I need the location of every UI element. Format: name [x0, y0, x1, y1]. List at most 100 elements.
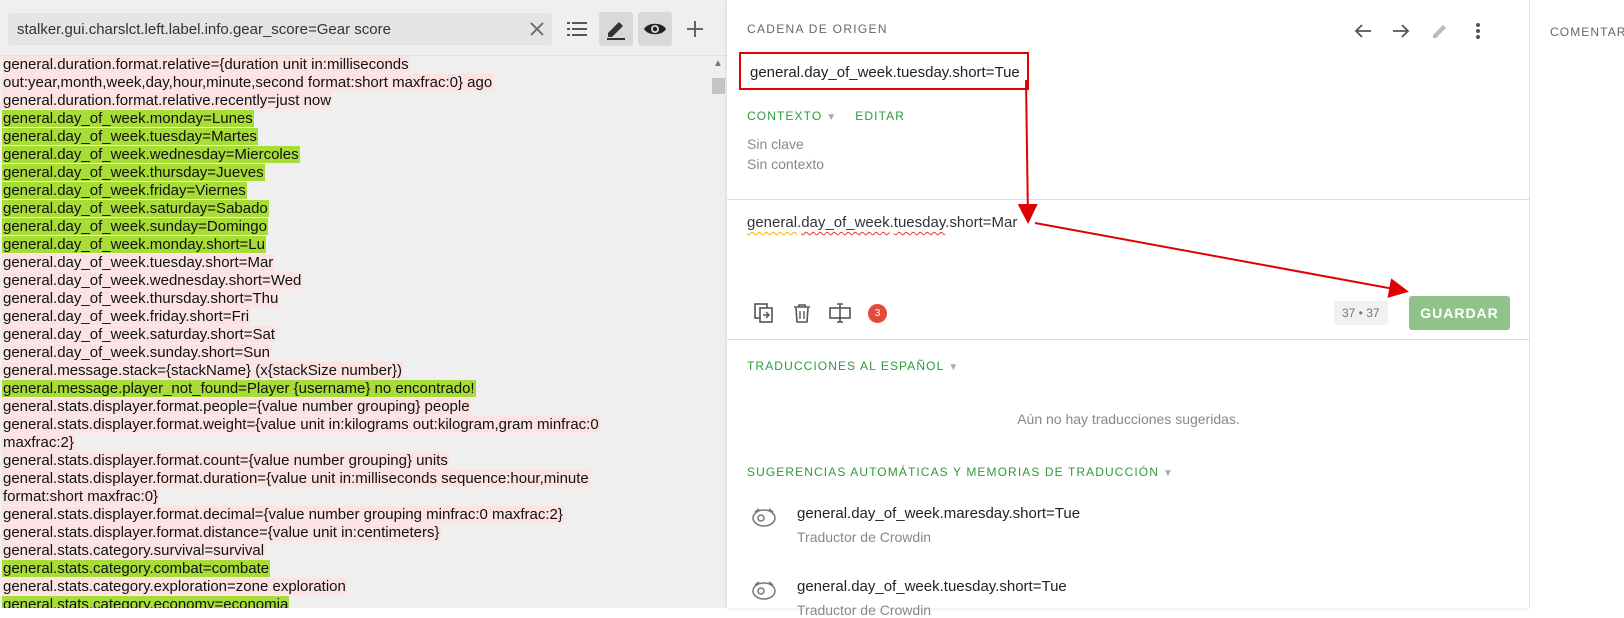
no-key-text: Sin clave — [747, 136, 804, 152]
source-line-text: general.day_of_week.sunday.short=Sun — [2, 344, 271, 361]
source-line[interactable]: general.day_of_week.sunday.short=Sun — [0, 344, 710, 362]
source-line-text: general.day_of_week.friday.short=Fri — [2, 308, 251, 325]
source-line[interactable]: format:short maxfrac:0} — [0, 488, 710, 506]
source-line-text: general.day_of_week.thursday.short=Thu — [2, 290, 280, 307]
list-view-icon[interactable] — [560, 12, 594, 46]
caret-down-icon[interactable]: ▼ — [948, 362, 959, 373]
no-context-text: Sin contexto — [747, 156, 825, 172]
arrow-right-icon[interactable] — [1386, 16, 1416, 46]
source-line[interactable]: general.day_of_week.sunday=Domingo — [0, 218, 710, 236]
source-line[interactable]: general.day_of_week.thursday=Jueves — [0, 164, 710, 182]
scroll-up-arrow-icon[interactable]: ▲ — [713, 58, 723, 69]
scrollbar-thumb[interactable] — [712, 78, 725, 94]
more-vertical-icon[interactable] — [1463, 16, 1493, 46]
source-line[interactable]: general.day_of_week.tuesday.short=Mar — [0, 254, 710, 272]
source-line[interactable]: out:year,month,week,day,hour,minute,seco… — [0, 74, 710, 92]
edit-mode-pencil-icon[interactable] — [599, 12, 633, 46]
source-line[interactable]: general.day_of_week.tuesday=Martes — [0, 128, 710, 146]
issues-count-badge[interactable]: 3 — [868, 304, 887, 323]
comments-panel: COMENTARIOS — [1530, 0, 1624, 608]
source-line[interactable]: general.day_of_week.thursday.short=Thu — [0, 290, 710, 308]
source-line-text: general.duration.format.relative.recentl… — [2, 92, 333, 109]
search-input[interactable] — [17, 13, 517, 45]
source-line[interactable]: general.duration.format.relative.recentl… — [0, 92, 710, 110]
source-line-text: general.stats.displayer.format.distance=… — [2, 524, 441, 541]
text-format-icon[interactable] — [827, 300, 853, 326]
spell-word: general — [747, 214, 798, 231]
source-line-text: general.stats.category.economy=economia — [2, 596, 290, 608]
tm-suggestion-source: Traductor de Crowdin — [797, 602, 932, 618]
source-line-text: general.duration.format.relative={durati… — [2, 56, 410, 73]
source-line[interactable]: general.message.stack={stackName} (x{sta… — [0, 362, 710, 380]
source-line-text: general.stats.category.combat=combate — [2, 560, 271, 577]
source-line[interactable]: general.duration.format.relative={durati… — [0, 56, 710, 74]
source-line[interactable]: general.stats.displayer.format.people={v… — [0, 398, 710, 416]
preview-eye-icon[interactable] — [638, 12, 672, 46]
source-string-header: CADENA DE ORIGEN — [747, 22, 888, 36]
source-line-text: general.stats.displayer.format.decimal={… — [2, 506, 564, 523]
source-line-text: general.day_of_week.wednesday.short=Wed — [2, 272, 303, 289]
caret-down-icon[interactable]: ▼ — [826, 112, 837, 123]
translations-section-header[interactable]: TRADUCCIONES AL ESPAÑOL ▼ — [747, 359, 959, 373]
source-line[interactable]: general.day_of_week.friday=Viernes — [0, 182, 710, 200]
tm-section-header[interactable]: SUGERENCIAS AUTOMÁTICAS Y MEMORIAS DE TR… — [747, 465, 1174, 479]
source-line[interactable]: general.stats.category.survival=survival — [0, 542, 710, 560]
spell-word: day_of_week — [801, 214, 890, 231]
source-line[interactable]: general.day_of_week.monday.short=Lu — [0, 236, 710, 254]
character-count: 37 • 37 — [1334, 301, 1388, 325]
source-line-text: general.stats.displayer.format.count={va… — [2, 452, 449, 469]
tm-suggestion-source: Traductor de Crowdin — [797, 529, 932, 545]
crowdin-icon — [752, 508, 776, 527]
source-line[interactable]: general.day_of_week.saturday=Sabado — [0, 200, 710, 218]
editor-panel: CADENA DE ORIGEN general.day_of_week.tue… — [727, 0, 1530, 618]
add-icon[interactable] — [678, 12, 712, 46]
source-line[interactable]: general.stats.category.exploration=zone … — [0, 578, 710, 596]
source-line-text: general.day_of_week.saturday=Sabado — [2, 200, 269, 217]
source-line[interactable]: general.stats.category.combat=combate — [0, 560, 710, 578]
edit-context-link[interactable]: EDITAR — [855, 109, 905, 123]
source-line-text: general.stats.displayer.format.weight={v… — [2, 416, 600, 433]
source-line-text: general.day_of_week.wednesday=Miercoles — [2, 146, 300, 163]
source-line[interactable]: general.day_of_week.friday.short=Fri — [0, 308, 710, 326]
source-line[interactable]: general.message.player_not_found=Player … — [0, 380, 710, 398]
source-file-panel: general.duration.format.relative={durati… — [0, 0, 727, 608]
save-button[interactable]: GUARDAR — [1409, 296, 1510, 330]
source-line-text: general.day_of_week.tuesday.short=Mar — [2, 254, 275, 271]
source-line-text: general.day_of_week.monday=Lunes — [2, 110, 254, 127]
source-line[interactable]: general.day_of_week.saturday.short=Sat — [0, 326, 710, 344]
source-line[interactable]: general.stats.displayer.format.count={va… — [0, 452, 710, 470]
context-dropdown[interactable]: CONTEXTO — [747, 109, 822, 123]
source-line[interactable]: general.stats.displayer.format.duration=… — [0, 470, 710, 488]
source-line[interactable]: general.stats.displayer.format.distance=… — [0, 524, 710, 542]
spell-word: tuesday — [893, 214, 946, 231]
copy-source-icon[interactable] — [751, 300, 777, 326]
source-line-text: general.day_of_week.sunday=Domingo — [2, 218, 268, 235]
crowdin-icon — [752, 581, 776, 600]
context-row: CONTEXTO ▼ EDITAR — [747, 109, 905, 123]
source-line-text: maxfrac:2} — [2, 434, 75, 451]
source-line[interactable]: maxfrac:2} — [0, 434, 710, 452]
source-line[interactable]: general.day_of_week.wednesday.short=Wed — [0, 272, 710, 290]
source-line[interactable]: general.stats.category.economy=economia — [0, 596, 710, 608]
tm-suggestion-text: general.day_of_week.maresday.short=Tue — [797, 505, 1081, 522]
edit-source-pencil-icon[interactable] — [1425, 16, 1455, 46]
arrow-left-icon[interactable] — [1348, 16, 1378, 46]
source-line[interactable]: general.day_of_week.monday=Lunes — [0, 110, 710, 128]
trash-icon[interactable] — [789, 300, 815, 326]
clear-search-icon[interactable] — [526, 18, 548, 40]
tm-header-label: SUGERENCIAS AUTOMÁTICAS Y MEMORIAS DE TR… — [747, 465, 1159, 479]
source-line-text: general.message.player_not_found=Player … — [2, 380, 476, 397]
source-line[interactable]: general.day_of_week.wednesday=Miercoles — [0, 146, 710, 164]
source-string-text: general.day_of_week.tuesday.short=Tue — [739, 52, 1029, 90]
tm-suggestion-text: general.day_of_week.tuesday.short=Tue — [797, 578, 1067, 595]
source-line[interactable]: general.stats.displayer.format.decimal={… — [0, 506, 710, 524]
source-line-text: general.stats.category.exploration=zone … — [2, 578, 347, 595]
translations-header-label: TRADUCCIONES AL ESPAÑOL — [747, 359, 945, 373]
source-line-text: general.stats.displayer.format.people={v… — [2, 398, 471, 415]
translation-textarea[interactable]: general.day_of_week.tuesday.short=Mar — [747, 214, 1017, 231]
comments-header: COMENTARIOS — [1550, 25, 1624, 39]
source-line[interactable]: general.stats.displayer.format.weight={v… — [0, 416, 710, 434]
caret-down-icon[interactable]: ▼ — [1163, 468, 1174, 479]
translation-rest: .short=Mar — [945, 214, 1018, 231]
source-scrollbar[interactable]: ▲ — [710, 56, 727, 608]
